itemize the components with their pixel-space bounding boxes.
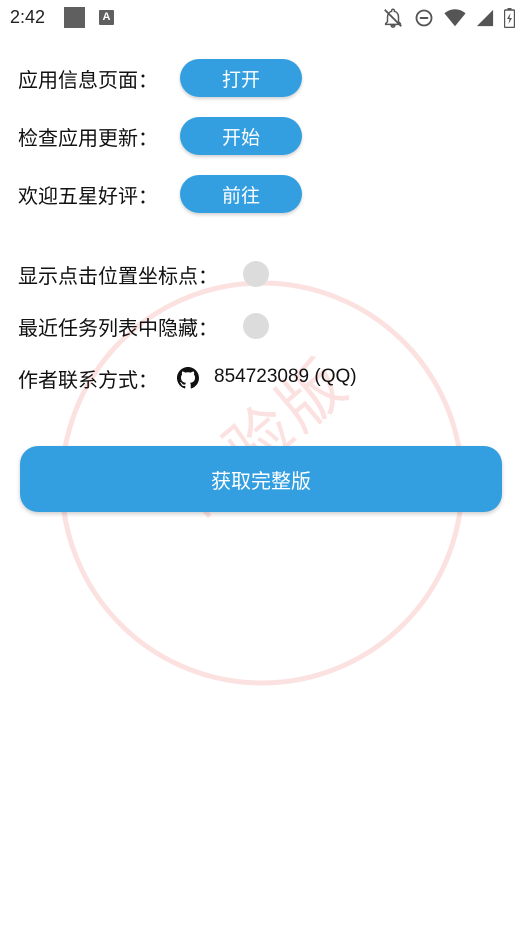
- review-row: 欢迎五星好评：: [18, 174, 158, 214]
- wifi-icon: [444, 9, 466, 27]
- show-tap-position-label: 显示点击位置坐标点：: [18, 263, 218, 288]
- do-not-disturb-icon: [415, 9, 433, 27]
- hide-recents-label: 最近任务列表中隐藏：: [18, 315, 218, 340]
- notifications-off-icon: [384, 8, 402, 28]
- a-notification-icon: A: [99, 10, 114, 25]
- open-app-info-button[interactable]: 打开: [180, 59, 302, 97]
- go-review-button[interactable]: 前往: [180, 175, 302, 213]
- status-icons: [382, 6, 515, 30]
- app-info-row: 应用信息页面：: [18, 58, 158, 98]
- show-tap-position-row: 显示点击位置坐标点：: [18, 254, 218, 294]
- status-bar: 2:42 A: [0, 0, 523, 36]
- cellular-icon: [476, 9, 494, 27]
- battery-icon: [504, 8, 515, 28]
- app-info-label: 应用信息页面：: [18, 67, 158, 92]
- check-update-row: 检查应用更新：: [18, 116, 158, 156]
- gallery-square-icon: [64, 7, 85, 28]
- hide-recents-row: 最近任务列表中隐藏：: [18, 306, 218, 346]
- contact-row: 作者联系方式：: [18, 358, 158, 398]
- start-update-check-button[interactable]: 开始: [180, 117, 302, 155]
- review-label: 欢迎五星好评：: [18, 183, 158, 208]
- check-update-label: 检查应用更新：: [18, 125, 158, 150]
- show-tap-position-toggle[interactable]: [243, 261, 269, 287]
- status-time: 2:42: [10, 7, 46, 27]
- github-icon[interactable]: [177, 367, 199, 389]
- contact-label: 作者联系方式：: [18, 367, 158, 392]
- hide-recents-toggle[interactable]: [243, 313, 269, 339]
- qq-number[interactable]: 854723089 (QQ): [214, 366, 357, 388]
- get-full-version-button[interactable]: 获取完整版: [20, 446, 502, 512]
